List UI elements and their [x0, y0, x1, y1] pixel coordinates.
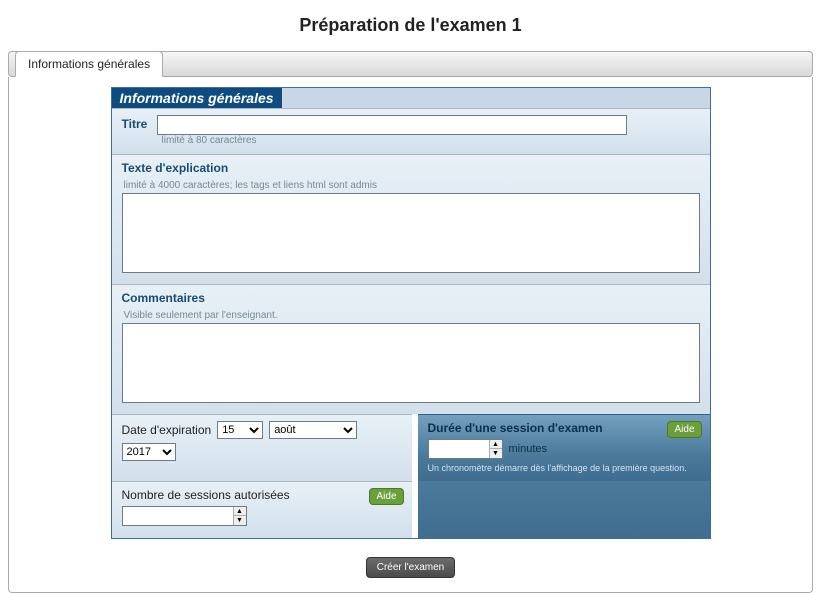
expiration-section: Date d'expiration 15 août 2017 [112, 414, 412, 481]
sessions-section: Aide Nombre de sessions autorisées ▲ ▼ [112, 481, 412, 538]
duration-section: Aide Durée d'une session d'examen ▲ ▼ mi… [418, 414, 710, 481]
panel-header: Informations générales [112, 88, 282, 108]
title-input[interactable] [157, 115, 627, 135]
sessions-right-filler [418, 481, 710, 538]
duration-input[interactable] [429, 440, 489, 458]
expiration-duration-row: Date d'expiration 15 août 2017 [112, 414, 710, 481]
sessions-row: Aide Nombre de sessions autorisées ▲ ▼ [112, 481, 710, 538]
tab-content: Informations générales Titre limité à 80… [8, 77, 813, 593]
tabs: Informations générales Informations géné… [8, 51, 813, 593]
duration-unit: minutes [509, 443, 548, 455]
sessions-down-button[interactable]: ▼ [234, 516, 246, 525]
sessions-spinner: ▲ ▼ [122, 506, 247, 526]
panel-header-bar: Informations générales [112, 88, 710, 108]
duration-spinner: ▲ ▼ [428, 439, 503, 459]
general-info-panel: Informations générales Titre limité à 80… [111, 87, 711, 539]
comments-section: Commentaires Visible seulement par l'ens… [112, 284, 710, 414]
expiration-label: Date d'expiration [122, 423, 212, 437]
explanation-section: Texte d'explication limité à 4000 caract… [112, 154, 710, 284]
explanation-label: Texte d'explication [122, 161, 229, 175]
explanation-textarea[interactable] [122, 193, 700, 273]
page-title: Préparation de l'examen 1 [0, 0, 821, 51]
sessions-label: Nombre de sessions autorisées [122, 488, 402, 502]
duration-label: Durée d'une session d'examen [428, 421, 700, 435]
create-exam-button[interactable]: Créer l'examen [366, 557, 456, 578]
comments-hint: Visible seulement par l'enseignant. [124, 310, 278, 321]
expiration-year-select[interactable]: 2017 [122, 443, 176, 461]
duration-hint: Un chronomètre démarre dès l'affichage d… [428, 463, 700, 473]
expiration-month-select[interactable]: août [269, 421, 357, 439]
sessions-help-button[interactable]: Aide [369, 488, 403, 505]
comments-textarea[interactable] [122, 323, 700, 403]
title-label: Titre [122, 117, 148, 131]
title-section: Titre limité à 80 caractères [112, 108, 710, 154]
tab-general-info[interactable]: Informations générales [15, 51, 163, 77]
sessions-up-button[interactable]: ▲ [234, 507, 246, 516]
duration-help-button[interactable]: Aide [667, 421, 701, 438]
create-button-row: Créer l'examen [9, 539, 812, 588]
duration-down-button[interactable]: ▼ [490, 449, 502, 458]
tab-bar: Informations générales [8, 51, 813, 77]
title-hint: limité à 80 caractères [162, 135, 700, 146]
comments-label: Commentaires [122, 291, 205, 305]
sessions-input[interactable] [123, 507, 233, 525]
duration-up-button[interactable]: ▲ [490, 440, 502, 449]
expiration-day-select[interactable]: 15 [217, 421, 263, 439]
explanation-hint: limité à 4000 caractères; les tags et li… [124, 180, 377, 191]
